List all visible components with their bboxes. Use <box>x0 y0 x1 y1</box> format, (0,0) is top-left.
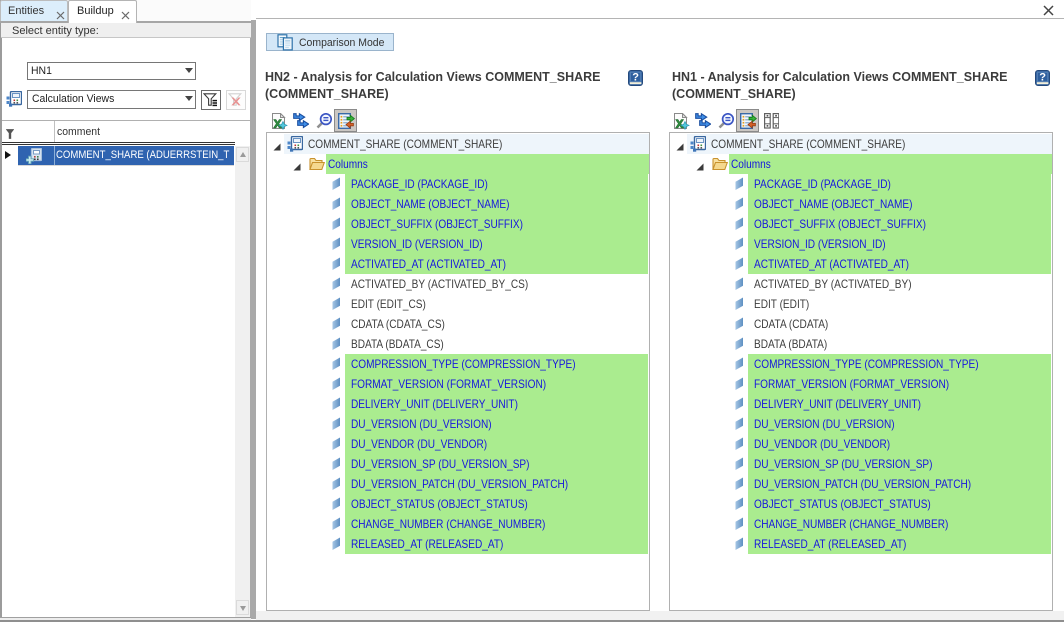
svg-text:?: ? <box>632 71 639 83</box>
svg-text:?: ? <box>1039 71 1046 83</box>
